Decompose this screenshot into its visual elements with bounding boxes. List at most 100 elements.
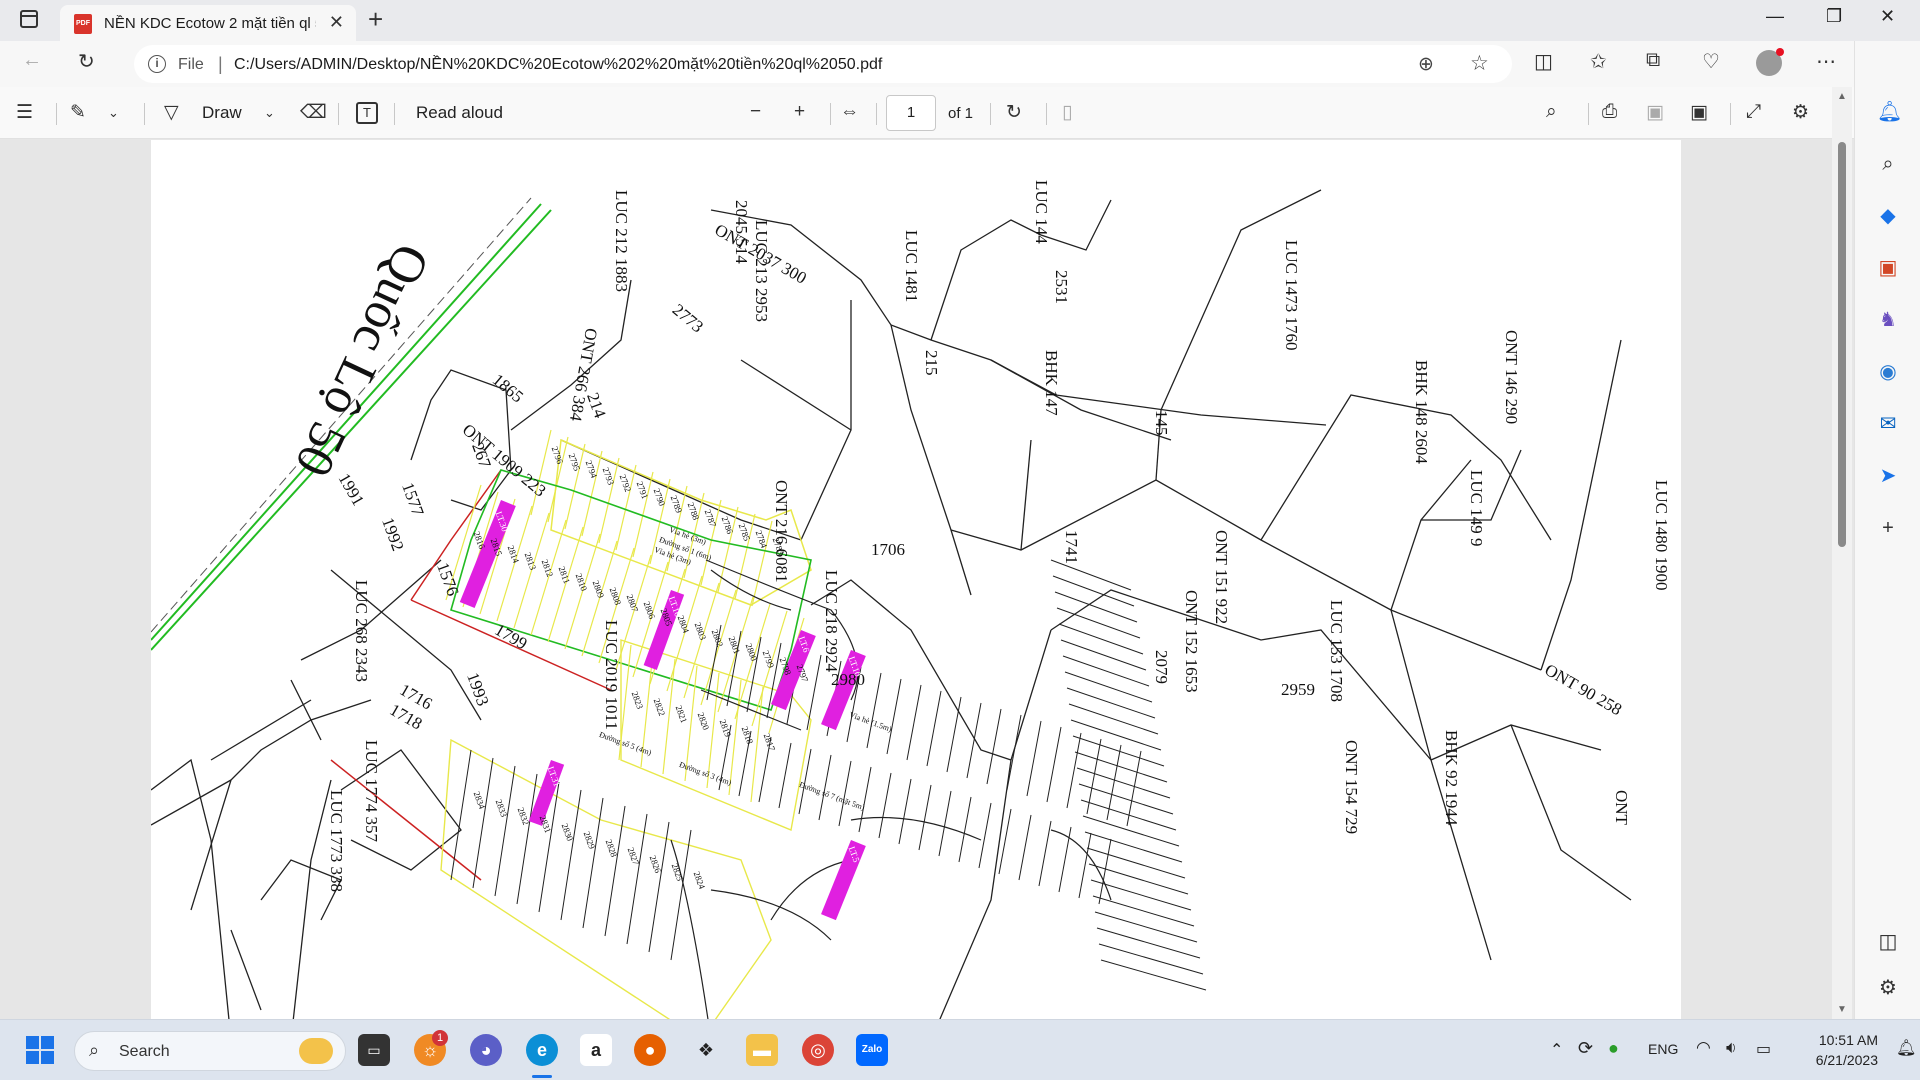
chevron-down-icon[interactable]: ⌄ — [264, 105, 275, 121]
zalo-icon[interactable]: Zalo — [856, 1034, 888, 1066]
parcel-label: ONT 146 290 — [1502, 330, 1521, 425]
tools-icon[interactable]: ▣ — [1877, 257, 1899, 279]
close-window-button[interactable]: ✕ — [1880, 6, 1895, 27]
info-icon[interactable]: i — [148, 55, 166, 73]
show-hidden-icons[interactable]: ⌃ — [1550, 1040, 1563, 1060]
parcel-label: LUC 1774 357 — [362, 740, 381, 842]
read-aloud-button[interactable]: Read aloud — [416, 103, 503, 123]
clock-time[interactable]: 10:51 AM — [1806, 1032, 1878, 1048]
microsoft-365-icon[interactable]: ◉ — [1877, 361, 1899, 383]
collections-icon[interactable]: ⧉ — [1646, 49, 1660, 72]
settings-icon[interactable]: ⚙ — [1792, 101, 1809, 124]
language-indicator[interactable]: ENG — [1648, 1041, 1678, 1057]
battery-icon[interactable]: ▭ — [1756, 1039, 1771, 1059]
lot-number: 2807 — [624, 593, 641, 614]
road-label: Quốc Lộ 50 — [283, 235, 441, 485]
parcel-label: 2531 — [1052, 270, 1071, 304]
refresh-icon[interactable]: ↻ — [78, 49, 95, 74]
more-menu-icon[interactable]: ⋯ — [1816, 49, 1836, 74]
amazon-icon[interactable]: a — [580, 1034, 612, 1066]
tab-actions-icon[interactable] — [20, 10, 38, 28]
fullscreen-icon[interactable]: ⤢ — [1746, 101, 1761, 123]
favorites-icon[interactable]: ✩ — [1590, 49, 1607, 74]
start-button[interactable] — [26, 1036, 54, 1064]
lot-number: 2832 — [515, 806, 532, 827]
parcel-label: ONT 154 729 — [1342, 740, 1361, 835]
notification-center-icon[interactable]: 🔔︎ — [1896, 1038, 1916, 1058]
lot-number: 2821 — [673, 704, 690, 725]
page-number-input[interactable]: 1 — [886, 95, 936, 131]
dropbox-icon[interactable]: ❖ — [690, 1034, 722, 1066]
back-icon[interactable]: ← — [22, 49, 42, 72]
clock-date[interactable]: 6/21/2023 — [1806, 1052, 1878, 1068]
favorite-star-icon[interactable]: ☆ — [1470, 51, 1489, 76]
search-icon[interactable]: ⌕ — [1877, 153, 1899, 175]
profile-avatar[interactable] — [1756, 48, 1784, 76]
add-app-icon[interactable]: + — [1877, 517, 1899, 539]
fit-width-icon[interactable]: ⇔ — [840, 101, 859, 123]
add-text-icon[interactable]: T — [356, 102, 378, 124]
save-icon[interactable]: ▣ — [1646, 101, 1664, 124]
active-app-indicator — [532, 1075, 552, 1078]
zoom-in-icon[interactable]: + — [794, 101, 805, 123]
scroll-up-arrow[interactable]: ▲ — [1837, 91, 1847, 102]
search-icon[interactable]: ⌕ — [1546, 101, 1557, 123]
lot-number: 2808 — [607, 586, 624, 607]
split-screen-icon[interactable]: ◫ — [1534, 49, 1553, 74]
close-tab-icon[interactable]: ✕ — [329, 12, 344, 33]
contents-list-icon[interactable]: ☰ — [16, 101, 33, 124]
file-explorer-icon[interactable]: ▬ — [746, 1034, 778, 1066]
tab-active[interactable]: PDF NỀN KDC Ecotow 2 mặt tiền ql 50.pdf … — [60, 5, 356, 41]
lot-number: 2831 — [537, 814, 554, 835]
chrome-icon[interactable]: ◎ — [802, 1034, 834, 1066]
chat-icon[interactable]: ◕ — [470, 1034, 502, 1066]
task-view-icon[interactable]: ▭ — [358, 1034, 390, 1066]
sidebar-settings-icon[interactable]: ⚙ — [1877, 977, 1899, 999]
scheme-label: File — [178, 56, 204, 73]
page-view-icon[interactable]: ▯ — [1062, 101, 1072, 124]
search-label: Search — [119, 1043, 170, 1060]
notifications-icon[interactable]: 🔔︎ — [1877, 101, 1902, 123]
address-bar[interactable]: i File | C:/Users/ADMIN/Desktop/NỀN%20KD… — [134, 45, 1512, 83]
sync-icon[interactable]: ⟳ — [1578, 1038, 1593, 1059]
antivirus-icon[interactable]: ● — [1608, 1038, 1619, 1059]
zoom-icon[interactable]: ⊕ — [1418, 53, 1434, 76]
highlight-icon[interactable]: ✎ — [70, 101, 86, 124]
wifi-icon[interactable]: ◠ — [1696, 1038, 1711, 1058]
save-as-icon[interactable]: ▣ — [1690, 101, 1708, 124]
scrollbar-thumb[interactable] — [1838, 142, 1846, 547]
lot-number: 2824 — [691, 870, 708, 891]
hide-sidebar-icon[interactable]: ◫ — [1877, 931, 1899, 953]
taskbar-search[interactable]: ⌕ Search — [74, 1031, 346, 1071]
firefox-icon[interactable]: ● — [634, 1034, 666, 1066]
draw-button[interactable]: Draw — [202, 103, 242, 123]
lot-number: 2793 — [600, 466, 617, 487]
maximize-button[interactable]: ❐ — [1826, 6, 1842, 27]
lot-number: 2816 — [471, 530, 488, 551]
chevron-down-icon[interactable]: ⌄ — [108, 105, 119, 121]
volume-icon[interactable]: 🔉︎ — [1726, 1038, 1737, 1058]
new-tab-button[interactable]: + — [368, 4, 383, 35]
outlook-icon[interactable]: ✉ — [1877, 413, 1899, 435]
print-icon[interactable]: ⎙ — [1602, 101, 1617, 123]
rotate-icon[interactable]: ↻ — [1006, 101, 1022, 124]
zoom-out-icon[interactable]: − — [750, 101, 761, 123]
edge-icon[interactable]: e — [526, 1034, 558, 1066]
drop-icon[interactable]: ➤ — [1877, 465, 1899, 487]
scroll-down-arrow[interactable]: ▼ — [1837, 1004, 1847, 1015]
parcel-label: ONT 151 922 — [1212, 530, 1231, 625]
parcel-label: 2773 — [668, 300, 708, 337]
parcel-label: 1993 — [463, 670, 493, 709]
games-icon[interactable]: ♞ — [1877, 309, 1899, 331]
parcel-label: LUC 144 — [1032, 180, 1051, 244]
minimize-button[interactable]: — — [1766, 6, 1784, 27]
shopping-icon[interactable]: ◆ — [1877, 205, 1899, 227]
browser-essentials-icon[interactable]: ♡ — [1702, 49, 1720, 74]
eraser-icon[interactable]: ⌫ — [300, 101, 327, 124]
draw-icon[interactable]: ▽ — [164, 101, 179, 124]
vertical-scrollbar[interactable]: ▲ ▼ — [1832, 87, 1852, 1019]
highlight-label: LT.30 — [493, 510, 511, 533]
pdf-viewer[interactable]: Quốc Lộ 50 LUC 212 1883 LUC 213 2953 2045 5… — [0, 139, 1854, 1019]
pdf-toolbar: ☰ ✎ ⌄ ▽ Draw ⌄ ⌫ T Read aloud − + ⇔ 1 of… — [0, 87, 1854, 139]
url-text[interactable]: C:/Users/ADMIN/Desktop/NỀN%20KDC%20Ecoto… — [234, 56, 882, 74]
